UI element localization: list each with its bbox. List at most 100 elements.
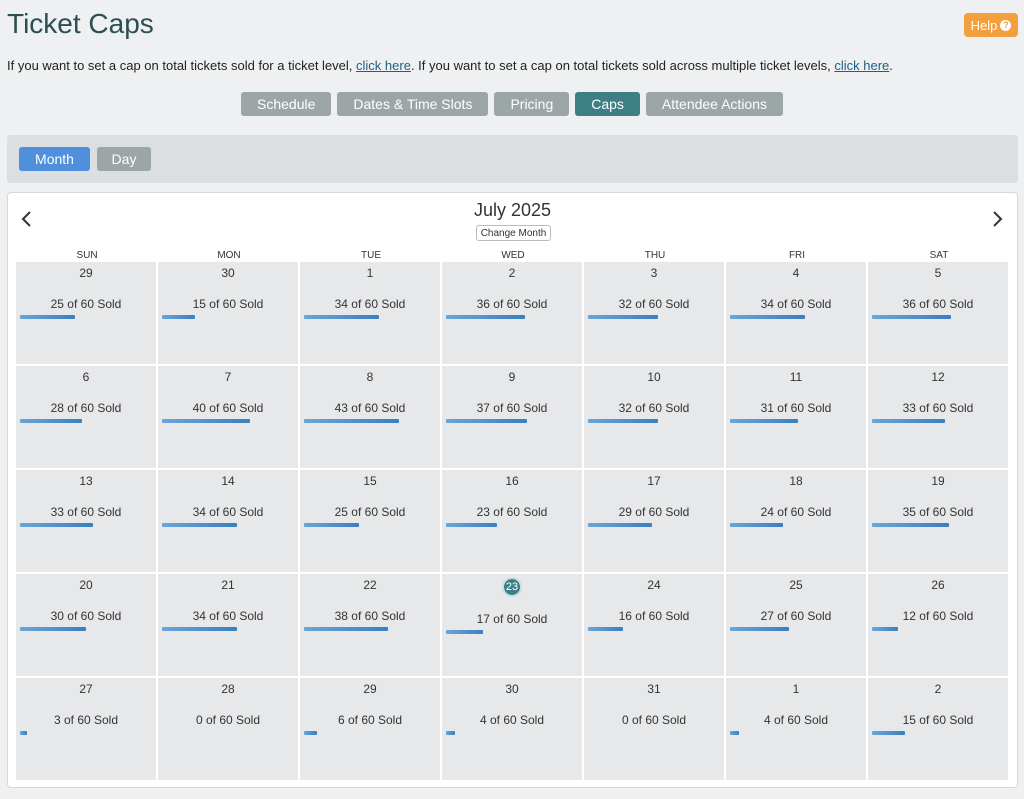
sold-progress-bar [446, 523, 497, 527]
view-toggle-bar: Month Day [7, 135, 1018, 183]
day-number: 22 [363, 578, 377, 592]
day-cell[interactable]: 23 17 of 60 Sold [442, 574, 582, 676]
tab-caps[interactable]: Caps [575, 92, 640, 116]
sold-count: 12 of 60 Sold [902, 609, 974, 623]
sold-progress-bar [20, 419, 82, 423]
intro-text-part: If you want to set a cap on total ticket… [7, 58, 357, 73]
sold-count: 34 of 60 Sold [192, 609, 264, 623]
chevron-right-icon[interactable] [988, 207, 1008, 231]
sold-progress-bar [446, 315, 525, 319]
day-cell[interactable]: 13 33 of 60 Sold [16, 470, 156, 572]
day-cell[interactable]: 3 32 of 60 Sold [584, 262, 724, 364]
page-title: Ticket Caps [7, 8, 154, 39]
day-cell[interactable]: 10 32 of 60 Sold [584, 366, 724, 468]
sold-count: 33 of 60 Sold [50, 505, 122, 519]
day-number: 8 [366, 370, 374, 384]
day-cell[interactable]: 30 15 of 60 Sold [158, 262, 298, 364]
day-cell[interactable]: 5 36 of 60 Sold [868, 262, 1008, 364]
day-cell[interactable]: 15 25 of 60 Sold [300, 470, 440, 572]
sold-count: 23 of 60 Sold [476, 505, 548, 519]
day-cell[interactable]: 28 0 of 60 Sold [158, 678, 298, 780]
day-number: 19 [931, 474, 945, 488]
sold-progress-bar [304, 627, 388, 631]
day-cell[interactable]: 2 15 of 60 Sold [868, 678, 1008, 780]
day-cell[interactable]: 14 34 of 60 Sold [158, 470, 298, 572]
weekday-label: SAT [929, 250, 949, 261]
day-cell[interactable]: 16 23 of 60 Sold [442, 470, 582, 572]
day-cell[interactable]: 21 34 of 60 Sold [158, 574, 298, 676]
multi-level-cap-link[interactable]: click here [834, 58, 889, 73]
sold-count: 43 of 60 Sold [334, 401, 406, 415]
day-cell[interactable]: 8 43 of 60 Sold [300, 366, 440, 468]
day-cell[interactable]: 20 30 of 60 Sold [16, 574, 156, 676]
sold-count: 29 of 60 Sold [618, 505, 690, 519]
day-cell[interactable]: 29 25 of 60 Sold [16, 262, 156, 364]
day-cell[interactable]: 19 35 of 60 Sold [868, 470, 1008, 572]
day-cell[interactable]: 24 16 of 60 Sold [584, 574, 724, 676]
tab-schedule[interactable]: Schedule [241, 92, 332, 116]
sold-progress-bar [304, 315, 379, 319]
day-number: 30 [221, 266, 235, 280]
help-button[interactable]: Help ? [964, 13, 1018, 37]
sold-progress-bar [304, 731, 317, 735]
day-cell[interactable]: 26 12 of 60 Sold [868, 574, 1008, 676]
day-cell[interactable]: 29 6 of 60 Sold [300, 678, 440, 780]
sold-count: 16 of 60 Sold [618, 609, 690, 623]
day-cell[interactable]: 25 27 of 60 Sold [726, 574, 866, 676]
tab-pricing[interactable]: Pricing [494, 92, 570, 116]
day-cell[interactable]: 31 0 of 60 Sold [584, 678, 724, 780]
day-number: 28 [221, 682, 235, 696]
today-date-badge: 23 [502, 577, 522, 597]
sold-progress-bar [162, 419, 250, 423]
sold-progress-bar [872, 315, 951, 319]
sold-count: 4 of 60 Sold [479, 713, 545, 727]
sold-count: 15 of 60 Sold [902, 713, 974, 727]
day-cell[interactable]: 18 24 of 60 Sold [726, 470, 866, 572]
sold-progress-bar [872, 523, 949, 527]
sold-progress-bar [730, 315, 805, 319]
day-cell[interactable]: 7 40 of 60 Sold [158, 366, 298, 468]
day-cell[interactable]: 9 37 of 60 Sold [442, 366, 582, 468]
sold-progress-bar [730, 419, 798, 423]
sold-count: 6 of 60 Sold [337, 713, 403, 727]
day-number: 29 [79, 266, 93, 280]
weekday-label: FRI [788, 250, 806, 261]
sold-count: 15 of 60 Sold [192, 297, 264, 311]
day-cell[interactable]: 6 28 of 60 Sold [16, 366, 156, 468]
tab-attendee-actions[interactable]: Attendee Actions [645, 92, 783, 116]
change-month-button[interactable]: Change Month [476, 225, 551, 241]
day-cell[interactable]: 1 4 of 60 Sold [726, 678, 866, 780]
day-cell[interactable]: 27 3 of 60 Sold [16, 678, 156, 780]
day-number: 16 [505, 474, 519, 488]
day-cell[interactable]: 22 38 of 60 Sold [300, 574, 440, 676]
sold-progress-bar [162, 523, 237, 527]
sold-count: 31 of 60 Sold [760, 401, 832, 415]
sold-count: 33 of 60 Sold [902, 401, 974, 415]
sold-progress-bar [588, 419, 658, 423]
weekday-label: WED [501, 250, 525, 261]
sold-progress-bar [162, 627, 237, 631]
day-cell[interactable]: 11 31 of 60 Sold [726, 366, 866, 468]
tab-dates-time-slots[interactable]: Dates & Time Slots [337, 92, 489, 116]
month-view-button[interactable]: Month [19, 147, 90, 171]
day-cell[interactable]: 4 34 of 60 Sold [726, 262, 866, 364]
day-cell[interactable]: 30 4 of 60 Sold [442, 678, 582, 780]
sold-count: 35 of 60 Sold [902, 505, 974, 519]
day-cell[interactable]: 17 29 of 60 Sold [584, 470, 724, 572]
ticket-level-cap-link[interactable]: click here [356, 58, 411, 73]
sold-progress-bar [446, 419, 527, 423]
sold-count: 3 of 60 Sold [53, 713, 119, 727]
day-cell[interactable]: 12 33 of 60 Sold [868, 366, 1008, 468]
intro-text-part: . [889, 58, 893, 73]
sold-progress-bar [730, 731, 739, 735]
question-icon: ? [1000, 19, 1012, 31]
day-number: 7 [224, 370, 232, 384]
sold-count: 4 of 60 Sold [763, 713, 829, 727]
day-cell[interactable]: 1 34 of 60 Sold [300, 262, 440, 364]
sold-count: 25 of 60 Sold [334, 505, 406, 519]
sold-count: 38 of 60 Sold [334, 609, 406, 623]
day-cell[interactable]: 2 36 of 60 Sold [442, 262, 582, 364]
day-view-button[interactable]: Day [97, 147, 151, 171]
day-number: 13 [79, 474, 93, 488]
day-number: 11 [789, 370, 803, 384]
